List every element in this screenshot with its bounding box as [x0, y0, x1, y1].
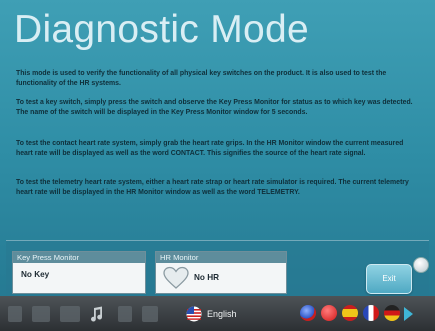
hr-monitor-label: HR Monitor [156, 252, 286, 263]
contact-hr-instructions: To test the contact heart rate system, s… [16, 140, 404, 158]
hr-value: No HR [194, 273, 220, 282]
us-flag-icon [186, 306, 202, 322]
language-selector[interactable]: English [186, 306, 237, 322]
language-label: English [207, 309, 237, 319]
taskbar-icon-5[interactable] [118, 306, 132, 322]
telemetry-hr-instructions: To test the telemetry heart rate system,… [16, 179, 409, 197]
exit-button[interactable]: Exit [366, 264, 412, 294]
taskbar-icon-3[interactable] [60, 306, 80, 322]
canada-flag-icon[interactable] [321, 305, 337, 321]
taskbar-icon-2[interactable] [32, 306, 50, 322]
page-title: Diagnostic Mode [14, 8, 309, 51]
scroll-right-arrow-icon[interactable] [404, 307, 413, 321]
key-press-value: No Key [21, 270, 50, 279]
spain-flag-icon[interactable] [342, 305, 358, 321]
status-indicator [413, 257, 429, 273]
us-flag-icon[interactable] [300, 305, 316, 321]
hr-monitor: HR Monitor No HR [155, 251, 287, 294]
key-press-monitor: Key Press Monitor No Key [12, 251, 146, 294]
key-press-monitor-label: Key Press Monitor [13, 252, 145, 263]
bottom-taskbar: English [0, 296, 435, 331]
germany-flag-icon[interactable] [384, 305, 400, 321]
heart-icon [163, 266, 189, 289]
diagnostic-screen: Diagnostic Mode This mode is used to ver… [0, 0, 435, 331]
intro-paragraph: This mode is used to verify the function… [16, 70, 387, 88]
key-switch-instructions: To test a key switch, simply press the s… [16, 99, 413, 117]
music-note-icon[interactable] [90, 306, 104, 322]
france-flag-icon[interactable] [363, 305, 379, 321]
taskbar-icon-6[interactable] [142, 306, 158, 322]
taskbar-icon-1[interactable] [8, 306, 22, 322]
